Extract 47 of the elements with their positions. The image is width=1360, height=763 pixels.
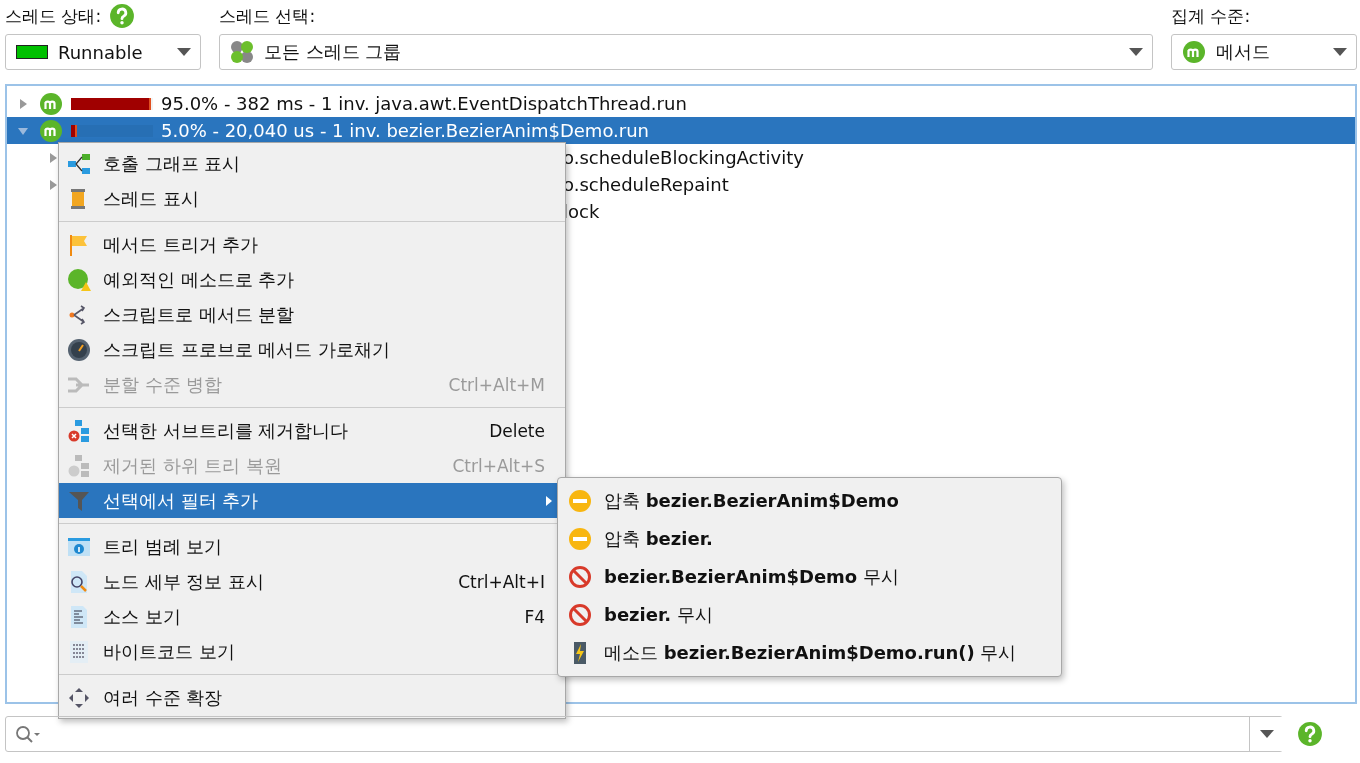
thread-selection-label: 스레드 선택:: [219, 4, 316, 28]
aggregation-dropdown[interactable]: 메서드: [1171, 34, 1357, 70]
prohibited-icon: [568, 565, 592, 589]
menu-item[interactable]: 스레드 표시: [59, 181, 565, 216]
expand-arrow-icon[interactable]: [47, 151, 59, 164]
thread-selection-dropdown[interactable]: 모든 스레드 그룹: [219, 34, 1153, 70]
menu-item[interactable]: 스크립트 프로브로 메서드 가로채기: [59, 332, 565, 367]
menu-icon: [67, 453, 91, 478]
compress-icon: [568, 527, 592, 551]
thread-state-dropdown[interactable]: Runnable: [5, 34, 201, 70]
menu-item[interactable]: 선택한 서브트리를 제거합니다 Delete: [59, 413, 565, 448]
help-icon[interactable]: [109, 3, 136, 29]
tree-node-text: 95.0% - 382 ms - 1 inv. java.awt.EventDispatchThread.run: [161, 93, 687, 114]
thread-group-icon: [230, 40, 254, 64]
method-icon: [39, 118, 63, 143]
caret-icon: [176, 47, 192, 57]
caret-icon: [1128, 47, 1144, 57]
search-field[interactable]: [5, 716, 1283, 752]
menu-item[interactable]: 예외적인 메소드로 추가: [59, 262, 565, 297]
method-icon: [1182, 40, 1206, 64]
expand-arrow-icon[interactable]: [47, 178, 59, 191]
tree-node-text: o.scheduleRepaint: [563, 174, 729, 195]
search-dropdown-button[interactable]: [1249, 717, 1283, 751]
tree-row[interactable]: 5.0% - 20,040 us - 1 inv. bezier.BezierAnim$Demo.run: [7, 117, 1355, 144]
help-icon[interactable]: [1297, 721, 1323, 747]
menu-item[interactable]: 호출 그래프 표시: [59, 146, 565, 181]
search-icon: [14, 724, 42, 744]
menu-icon: [67, 151, 91, 176]
menu-icon: [67, 418, 91, 443]
menu-item[interactable]: 여러 수준 확장: [59, 680, 565, 715]
prohibited-icon: [568, 603, 592, 627]
aggregation-label: 집계 수준:: [1171, 4, 1251, 28]
thread-state-label: 스레드 상태:: [5, 4, 102, 28]
method-icon: [39, 91, 63, 116]
menu-item[interactable]: 스크립트로 메서드 분할: [59, 297, 565, 332]
menu-icon: [67, 267, 91, 292]
tree-row[interactable]: 95.0% - 382 ms - 1 inv. java.awt.EventDispatchThread.run: [7, 90, 1355, 117]
caret-icon: [1258, 729, 1275, 739]
menu-icon: [67, 685, 91, 710]
menu-item[interactable]: 메서드 트리거 추가: [59, 227, 565, 262]
compress-icon: [568, 489, 592, 513]
tree-node-text: 5.0% - 20,040 us - 1 inv. bezier.BezierAnim$Demo.run: [161, 120, 650, 141]
expand-arrow-icon[interactable]: [17, 97, 29, 110]
menu-icon: [67, 337, 91, 362]
tree-node-text: o.scheduleBlockingActivity: [563, 147, 804, 168]
caret-icon: [1332, 47, 1348, 57]
menu-icon: [67, 639, 91, 664]
